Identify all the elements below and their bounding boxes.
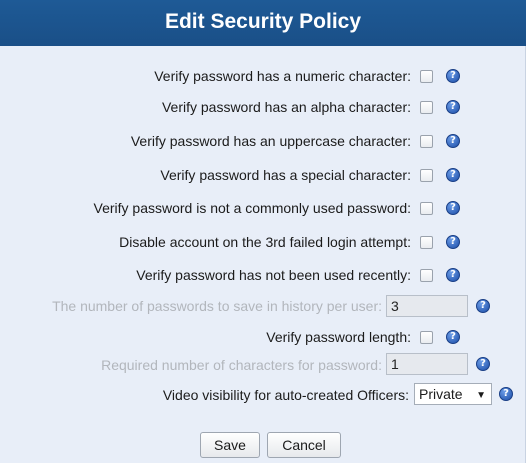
recent-use-help-icon[interactable]: ?: [446, 268, 460, 282]
length-check-label: Verify password length:: [266, 329, 411, 345]
special-check-label: Verify password has a special character:: [160, 167, 411, 183]
video-visibility-label: Video visibility for auto-created Office…: [162, 387, 409, 403]
save-button[interactable]: Save: [200, 432, 260, 458]
required-chars-label: Required number of characters for passwo…: [101, 357, 382, 373]
alpha-check-label: Verify password has an alpha character:: [161, 99, 411, 115]
special-check-checkbox[interactable]: [420, 169, 433, 182]
chevron-down-icon: ▼: [476, 390, 486, 401]
numeric-check-checkbox[interactable]: [420, 70, 433, 83]
history-count-input[interactable]: 3: [386, 295, 468, 317]
common-password-label: Verify password is not a commonly used p…: [93, 200, 411, 216]
history-count-label: The number of passwords to save in histo…: [52, 298, 382, 314]
common-password-checkbox[interactable]: [420, 202, 433, 215]
history-count-help-icon[interactable]: ?: [476, 299, 490, 313]
lockout-checkbox[interactable]: [420, 236, 433, 249]
lockout-label: Disable account on the 3rd failed login …: [119, 234, 411, 250]
numeric-help-icon[interactable]: ?: [446, 69, 460, 83]
video-visibility-help-icon[interactable]: ?: [499, 387, 513, 401]
alpha-check-checkbox[interactable]: [420, 101, 433, 114]
alpha-help-icon[interactable]: ?: [446, 100, 460, 114]
lockout-help-icon[interactable]: ?: [446, 235, 460, 249]
required-chars-input[interactable]: 1: [386, 353, 468, 375]
uppercase-help-icon[interactable]: ?: [446, 134, 460, 148]
uppercase-check-label: Verify password has an uppercase charact…: [130, 133, 411, 149]
recent-use-checkbox[interactable]: [420, 269, 433, 282]
cancel-button[interactable]: Cancel: [267, 432, 341, 458]
length-help-icon[interactable]: ?: [446, 330, 460, 344]
special-help-icon[interactable]: ?: [446, 168, 460, 182]
common-password-help-icon[interactable]: ?: [446, 201, 460, 215]
numeric-check-label: Verify password has a numeric character:: [154, 68, 411, 84]
uppercase-check-checkbox[interactable]: [420, 135, 433, 148]
required-chars-help-icon[interactable]: ?: [476, 357, 490, 371]
dialog-title: Edit Security Policy: [0, 0, 526, 46]
recent-use-label: Verify password has not been used recent…: [136, 267, 411, 283]
security-policy-dialog: Edit Security Policy Verify password has…: [0, 0, 526, 463]
length-check-checkbox[interactable]: [420, 331, 433, 344]
video-visibility-value: Private: [419, 386, 463, 402]
video-visibility-select[interactable]: Private ▼: [414, 383, 492, 405]
